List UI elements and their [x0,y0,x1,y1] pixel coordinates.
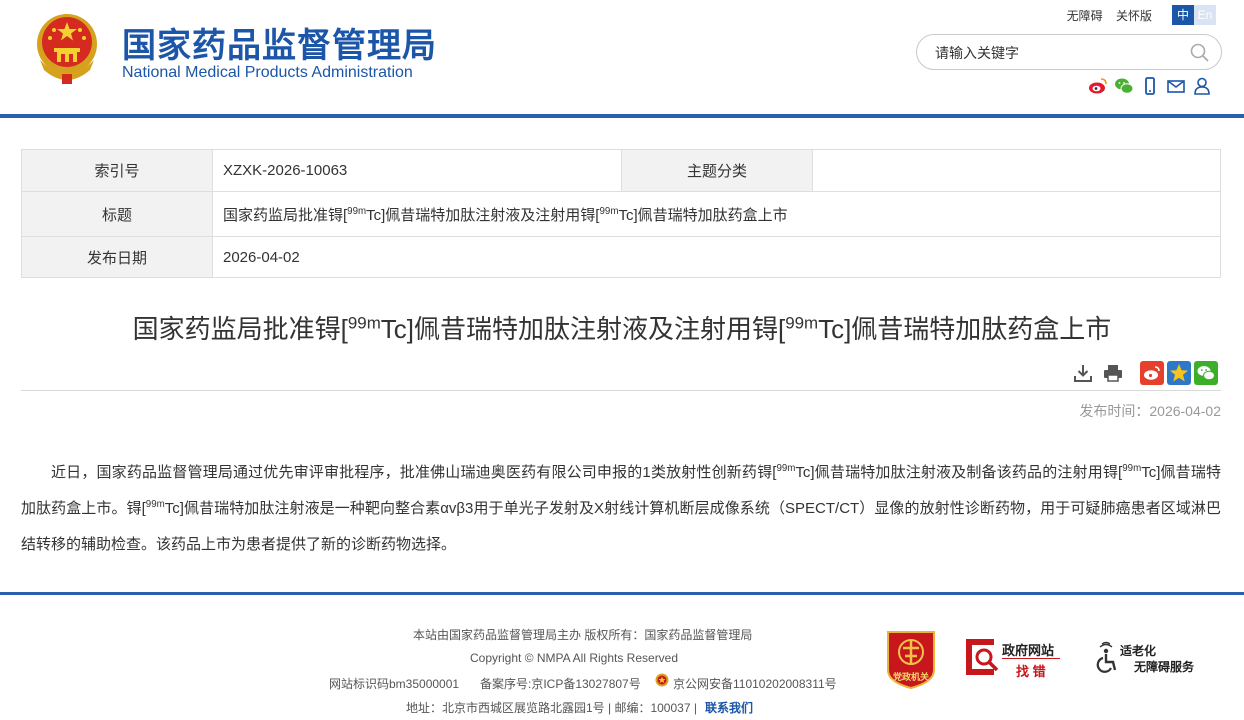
gov-site-error-report[interactable]: 政府网站 找 错 [964,635,1064,681]
lang-en-button[interactable]: En [1194,5,1216,25]
address-text: 地址：北京市西城区展览路北露园1号 | 邮编：100037 | [406,701,697,715]
elder-text-2: 无障碍服务 [1134,660,1195,674]
body-text: Tc]佩昔瑞特加肽注射液是一种靶向整合素αvβ3用于单光子发射及X射线计算机断层… [21,500,1221,553]
top-links: 无障碍 关怀版 [1057,7,1152,24]
title-value: 国家药监局批准锝[99mTc]佩昔瑞特加肽注射液及注射用锝[99mTc]佩昔瑞特… [212,191,1221,237]
body-sup: 99m [776,463,796,474]
site-name-cn[interactable]: 国家药品监督管理局 [122,18,437,67]
search-icon[interactable] [1189,42,1211,64]
search-input[interactable] [935,43,1175,63]
publish-date: 发布时间：2026-04-02 [1079,403,1221,419]
contact-us-link[interactable]: 联系我们 [705,701,753,715]
title-label: 标题 [21,191,213,237]
index-label: 索引号 [21,149,213,192]
party-gov-badge[interactable]: 党政机关 [884,628,938,690]
table-row: 标题 国家药监局批准锝[99mTc]佩昔瑞特加肽注射液及注射用锝[99mTc]佩… [21,191,1221,237]
title-text: Tc]佩昔瑞特加肽药盒上市 [818,314,1112,344]
header-divider [0,114,1244,118]
title-sup: 99m [347,205,367,217]
title-text: 国家药监局批准锝[ [132,314,348,344]
weibo-icon[interactable] [1088,76,1108,96]
title-sup: 99m [785,313,819,333]
print-icon[interactable] [1102,362,1124,384]
title-text: 国家药监局批准锝[ [223,206,348,224]
share-wechat-icon[interactable] [1194,361,1218,385]
article-body: 近日，国家药品监督管理局通过优先审评审批程序，批准佛山瑞迪奥医药有限公司申报的1… [21,455,1221,563]
footer-copyright: Copyright © NMPA All Rights Reserved [470,651,679,665]
accessibility-link[interactable]: 无障碍 [1067,9,1103,23]
body-sup: 99m [1122,463,1142,474]
title-sup: 99m [347,313,381,333]
mobile-icon[interactable] [1140,76,1160,96]
body-text: 近日，国家药品监督管理局通过优先审评审批程序，批准佛山瑞迪奥医药有限公司申报的1… [51,464,777,481]
title-text: Tc]佩昔瑞特加肽药盒上市 [618,206,788,224]
article-info-table: 索引号 XZXK-2026-10063 主题分类 标题 国家药监局批准锝[99m… [21,149,1221,278]
title-text: Tc]佩昔瑞特加肽注射液及注射用锝[ [380,314,786,344]
date-label: 发布日期 [21,236,213,278]
police-badge-icon [655,673,669,687]
gov-find-text-2: 找 错 [1016,664,1046,679]
title-sup: 99m [599,205,619,217]
category-label: 主题分类 [621,149,813,192]
footer-address: 地址：北京市西城区展览路北露园1号 | 邮编：100037 | 联系我们 [406,699,753,716]
table-row: 索引号 XZXK-2026-10063 主题分类 [21,149,1221,192]
title-text: Tc]佩昔瑞特加肽注射液及注射用锝[ [366,206,600,224]
category-value [812,149,1221,192]
social-links [1088,76,1212,96]
table-row: 发布日期 2026-04-02 [21,236,1221,278]
date-value: 2026-04-02 [212,236,1221,278]
wechat-icon[interactable] [1114,76,1134,96]
download-icon[interactable] [1072,362,1094,384]
mail-icon[interactable] [1166,76,1186,96]
title-divider [21,390,1221,391]
wheelchair-icon [1096,641,1117,673]
body-sup: 99m [145,499,165,510]
gov-find-underline [1002,658,1060,659]
footer-site-id: 网站标识码bm35000001 [329,677,460,691]
share-bar [1140,361,1218,385]
elder-text-1: 适老化 [1120,644,1157,658]
footer-sponsor: 本站由国家药品监督管理局主办 版权所有：国家药品监督管理局 [413,628,753,642]
national-emblem-icon[interactable] [32,10,102,86]
error-report-icon [966,639,999,675]
user-icon[interactable] [1192,76,1212,96]
article-title: 国家药监局批准锝[99mTc]佩昔瑞特加肽注射液及注射用锝[99mTc]佩昔瑞特… [0,309,1244,346]
lang-zh-button[interactable]: 中 [1172,5,1194,25]
party-gov-badge-text: 党政机关 [892,672,929,682]
share-weibo-icon[interactable] [1140,361,1164,385]
care-mode-link[interactable]: 关怀版 [1116,9,1152,23]
site-footer: 本站由国家药品监督管理局主办 版权所有：国家药品监督管理局 Copyright … [0,595,1244,720]
gov-find-text-1: 政府网站 [1002,643,1055,658]
footer-icp-link[interactable]: 备案序号:京ICP备13027807号 [480,675,641,692]
site-header: 国家药品监督管理局 National Medical Products Admi… [0,0,1244,114]
share-qzone-icon[interactable] [1167,361,1191,385]
search-box [916,34,1222,70]
footer-police-link[interactable]: 京公网安备11010202008311号 [673,675,837,692]
site-name-en[interactable]: National Medical Products Administration [122,64,413,82]
index-value: XZXK-2026-10063 [212,149,622,192]
elderly-accessibility-service[interactable]: 适老化 无障碍服务 [1096,640,1206,680]
body-text: Tc]佩昔瑞特加肽注射液及制备该药品的注射用锝[ [795,464,1123,481]
article-tools [1072,362,1124,384]
